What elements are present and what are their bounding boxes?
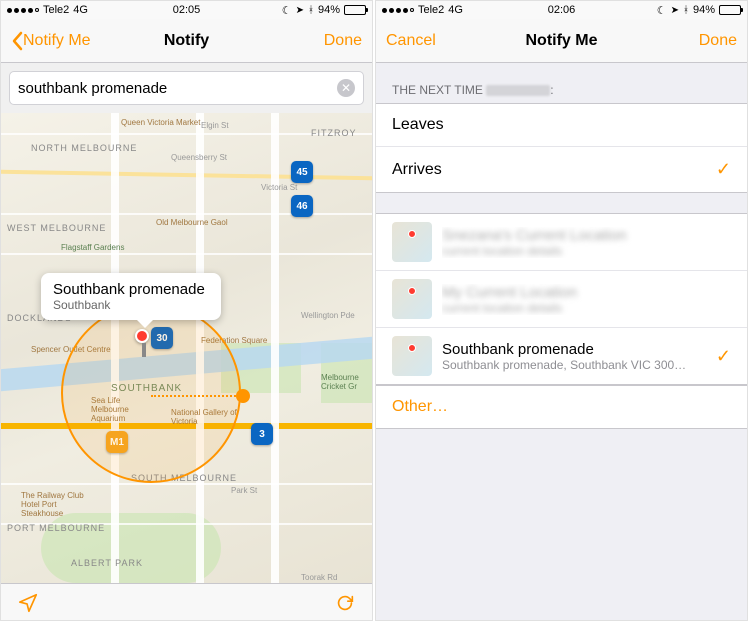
map-poi: Old Melbourne Gaol [156,218,228,227]
locate-me-button[interactable] [17,592,39,619]
map-poi: The Railway Club Hotel Port Steakhouse [21,491,101,518]
locations-list: Snezana's Current Location current locat… [376,213,747,385]
nav-bar: Notify Me Notify Done [1,19,372,63]
map-poi: Melbourne Cricket Gr [321,373,371,391]
map-poi: Flagstaff Gardens [61,243,124,252]
map-street: Park St [231,486,257,495]
location-subtitle: current location details [442,244,731,258]
geofence-radius-line [151,395,236,397]
signal-dots-icon [382,8,414,13]
map-toolbar [1,583,372,621]
map-pin-icon[interactable] [135,329,149,343]
geofence-handle[interactable] [236,389,250,403]
location-arrow-icon: ➤ [671,5,679,16]
do-not-disturb-icon: ☾ [657,4,667,17]
option-label: Arrives [392,161,442,179]
done-button[interactable]: Done [699,32,737,50]
search-text-field[interactable] [18,80,337,97]
map-street: Wellington Pde [301,311,355,320]
map-poi: Queen Victoria Market [121,118,200,127]
trigger-options-list: Leaves Arrives ✓ [376,103,747,193]
done-button[interactable]: Done [324,32,362,50]
page-title: Notify Me [526,32,598,50]
map-street: Victoria St [261,183,297,192]
geofence-circle[interactable] [61,303,241,483]
refresh-button[interactable] [334,592,356,619]
status-bar: Tele2 4G 02:05 ☾ ➤ ᚼ 94% [1,1,372,19]
carrier-label: Tele2 [43,4,69,16]
map-thumbnail-icon [392,336,432,376]
phone-notify-map: Tele2 4G 02:05 ☾ ➤ ᚼ 94% Notify Me Notif… [0,0,373,621]
map-thumbnail-icon [392,222,432,262]
map-label: NORTH MELBOURNE [31,143,137,153]
network-label: 4G [73,4,88,16]
search-input[interactable]: ✕ [9,71,364,105]
callout-subtitle: Southbank [53,298,205,312]
checkmark-icon: ✓ [716,346,731,367]
battery-icon [719,5,741,15]
option-leaves[interactable]: Leaves [376,104,747,147]
phone-notify-settings: Tele2 4G 02:06 ☾ ➤ ᚼ 94% Cancel Notify M… [375,0,748,621]
refresh-icon [334,592,356,614]
location-arrow-icon: ➤ [296,5,304,16]
other-location-button[interactable]: Other… [376,385,747,429]
location-row[interactable]: Snezana's Current Location current locat… [376,214,747,271]
route-badge: 46 [291,195,313,217]
location-subtitle: current location details [442,301,731,315]
carrier-label: Tele2 [418,4,444,16]
route-badge: 3 [251,423,273,445]
route-badge: 45 [291,161,313,183]
cancel-button[interactable]: Cancel [386,32,436,50]
location-arrow-icon [17,592,39,614]
bluetooth-icon: ᚼ [683,5,689,16]
map-label: ALBERT PARK [71,558,143,568]
location-row[interactable]: My Current Location current location det… [376,271,747,328]
location-title: Southbank promenade [442,341,706,358]
nav-bar: Cancel Notify Me Done [376,19,747,63]
location-row-selected[interactable]: Southbank promenade Southbank promenade,… [376,328,747,384]
map-street: Elgin St [201,121,229,130]
map-thumbnail-icon [392,279,432,319]
back-label: Notify Me [23,32,91,50]
network-label: 4G [448,4,463,16]
bluetooth-icon: ᚼ [308,5,314,16]
section-header: THE NEXT TIME : [376,63,747,103]
location-title: My Current Location [442,284,731,301]
battery-percent: 94% [318,4,340,16]
status-bar: Tele2 4G 02:06 ☾ ➤ ᚼ 94% [376,1,747,19]
do-not-disturb-icon: ☾ [282,4,292,17]
redacted-name [486,85,550,96]
clock: 02:05 [173,4,201,16]
battery-percent: 94% [693,4,715,16]
map-street: Queensberry St [171,153,227,162]
map-street: Toorak Rd [301,573,337,582]
location-subtitle: Southbank promenade, Southbank VIC 300… [442,358,706,372]
signal-dots-icon [7,8,39,13]
callout-title: Southbank promenade [53,281,205,298]
option-arrives[interactable]: Arrives ✓ [376,147,747,192]
map-label: FITZROY [311,128,357,138]
map-label: PORT MELBOURNE [7,523,105,533]
map-callout[interactable]: Southbank promenade Southbank [41,273,221,320]
map-label: WEST MELBOURNE [7,223,106,233]
option-label: Leaves [392,116,444,134]
battery-icon [344,5,366,15]
page-title: Notify [164,32,209,50]
clock: 02:06 [548,4,576,16]
clear-icon[interactable]: ✕ [337,79,355,97]
chevron-left-icon [11,31,23,51]
map[interactable]: NORTH MELBOURNE WEST MELBOURNE FITZROY D… [1,113,372,583]
checkmark-icon: ✓ [716,159,731,180]
search-container: ✕ [1,63,372,113]
back-button[interactable]: Notify Me [11,31,91,51]
location-title: Snezana's Current Location [442,227,731,244]
